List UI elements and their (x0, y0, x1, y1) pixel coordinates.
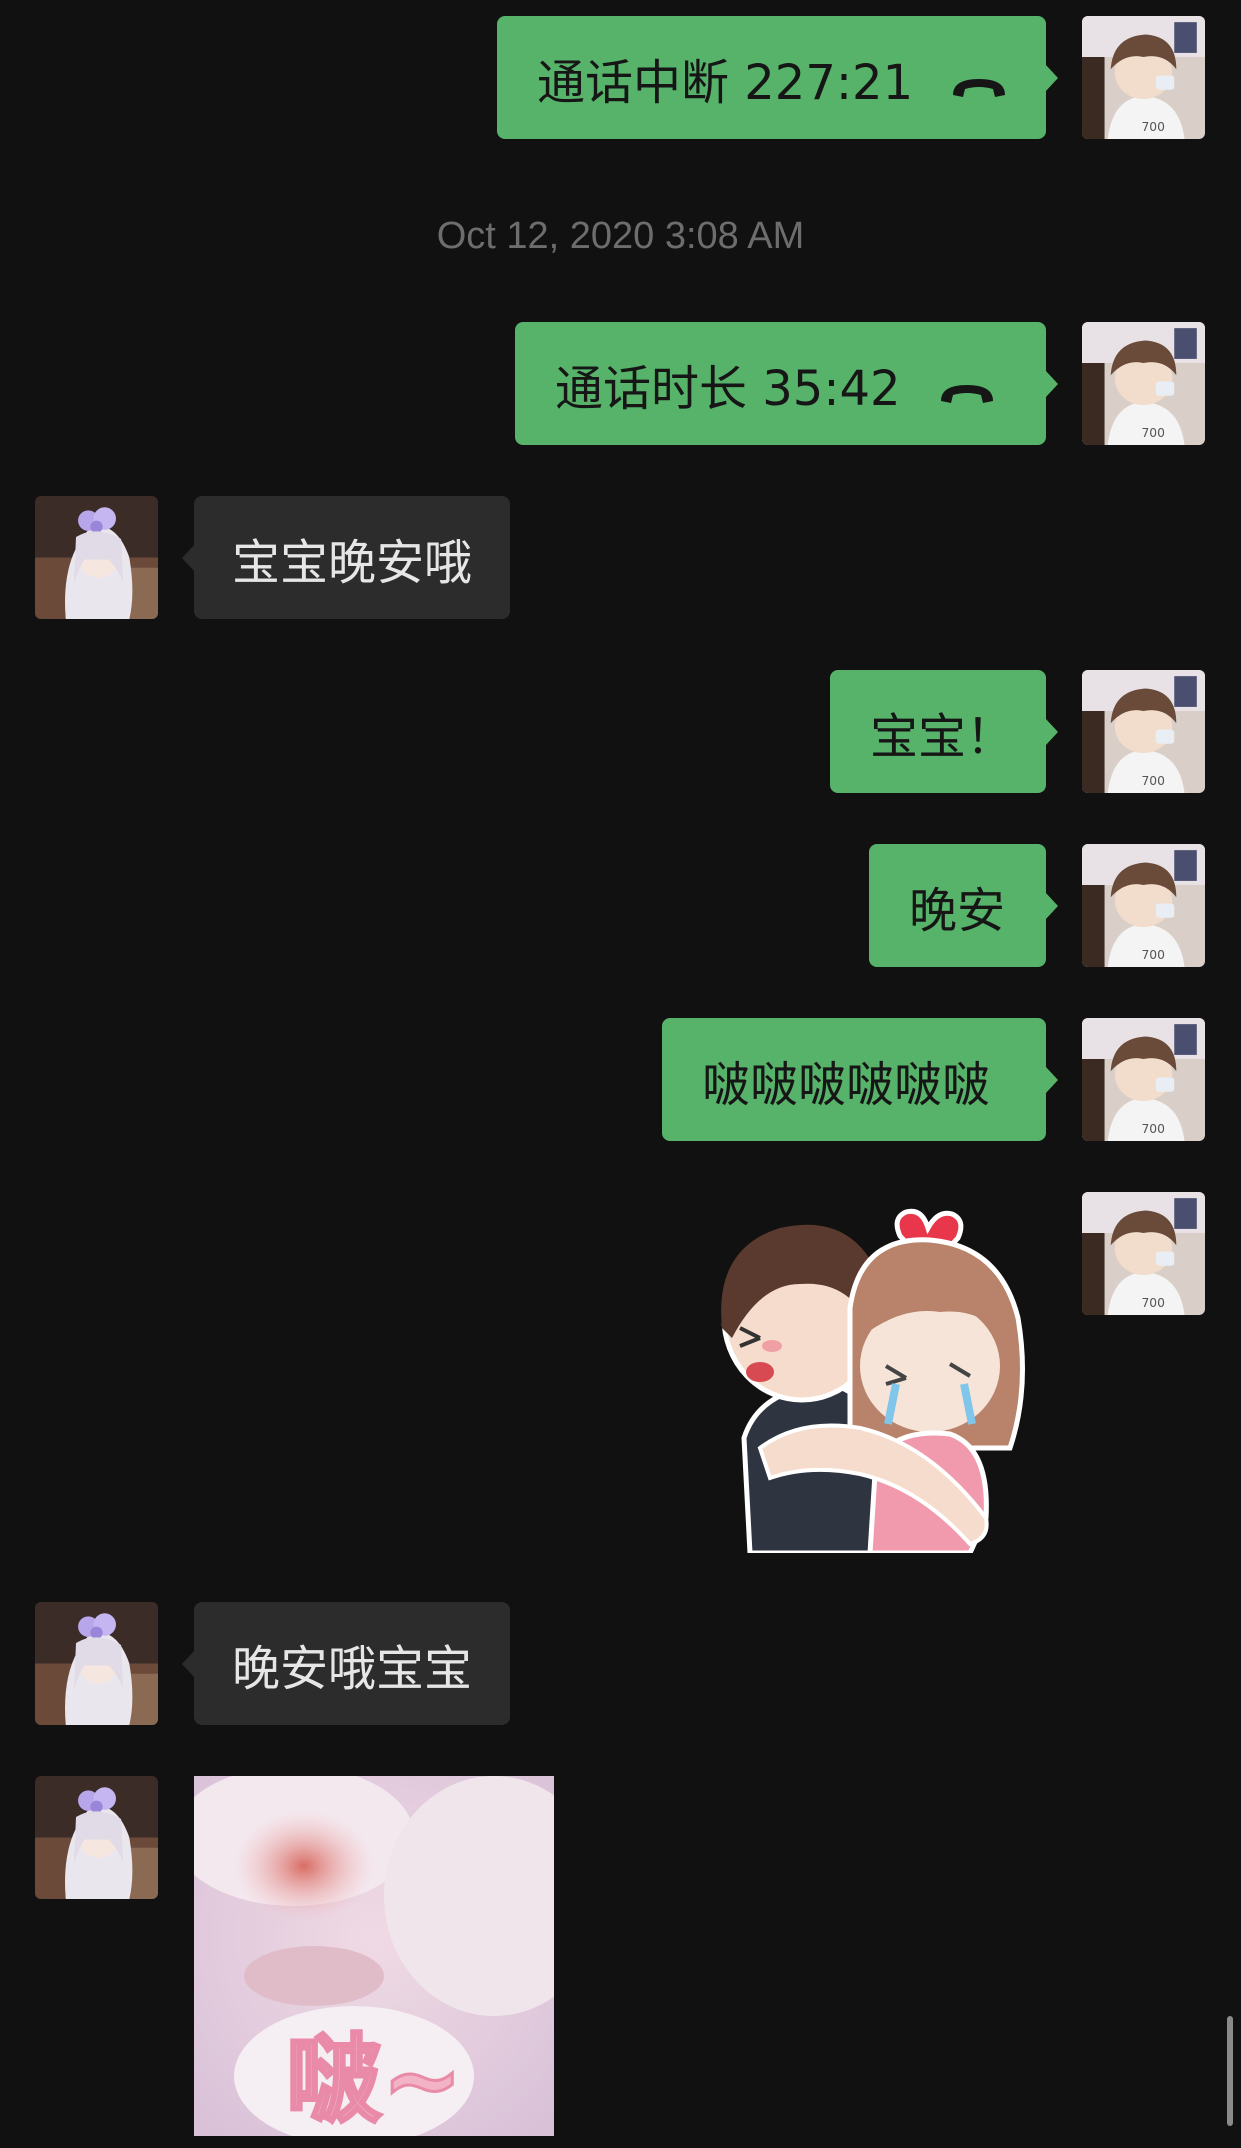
scrollbar[interactable] (1227, 2016, 1233, 2126)
message-call-interrupted[interactable]: 通话中断 227:21 (497, 16, 1058, 139)
my-avatar[interactable] (1082, 670, 1205, 793)
phone-hangup-icon (937, 367, 997, 403)
message-incoming[interactable]: 宝宝晚安哦 (181, 496, 511, 619)
boy-avatar-icon (1082, 322, 1205, 445)
my-avatar[interactable] (1082, 16, 1205, 139)
chat-timestamp: Oct 12, 2020 3:08 AM (436, 215, 805, 257)
message-text: 通话时长 35:42 (555, 360, 901, 417)
message-outgoing[interactable]: 晚安 (869, 844, 1058, 967)
boy-avatar-icon (1082, 844, 1205, 967)
girl-avatar-icon (35, 1776, 158, 1899)
my-avatar[interactable] (1082, 322, 1205, 445)
boy-avatar-icon (1082, 1192, 1205, 1315)
hugging-couple-sticker[interactable] (700, 1188, 1040, 1553)
message-outgoing[interactable]: 啵啵啵啵啵啵 (662, 1018, 1058, 1141)
their-avatar[interactable] (35, 1776, 158, 1899)
my-avatar[interactable] (1082, 844, 1205, 967)
their-avatar[interactable] (35, 496, 158, 619)
girl-avatar-icon (35, 1602, 158, 1725)
message-text: 晚安 (909, 882, 1006, 939)
message-outgoing[interactable]: 宝宝！ (830, 670, 1058, 793)
bunny-kiss-sticker[interactable]: 啵~ (194, 1776, 554, 2136)
message-text: 通话中断 227:21 (537, 54, 914, 111)
boy-avatar-icon (1082, 16, 1205, 139)
message-text: 晚安哦宝宝 (232, 1640, 473, 1697)
bunny-caption: 啵~ (284, 2023, 463, 2137)
boy-avatar-icon (1082, 670, 1205, 793)
message-text: 宝宝！ (870, 708, 1015, 765)
message-call-duration[interactable]: 通话时长 35:42 (515, 322, 1058, 445)
message-text: 宝宝晚安哦 (232, 534, 473, 591)
my-avatar[interactable] (1082, 1018, 1205, 1141)
message-incoming[interactable]: 晚安哦宝宝 (181, 1602, 511, 1725)
my-avatar[interactable] (1082, 1192, 1205, 1315)
their-avatar[interactable] (35, 1602, 158, 1725)
phone-hangup-icon (949, 61, 1009, 97)
message-text: 啵啵啵啵啵啵 (702, 1056, 991, 1113)
boy-avatar-icon (1082, 1018, 1205, 1141)
girl-avatar-icon (35, 496, 158, 619)
